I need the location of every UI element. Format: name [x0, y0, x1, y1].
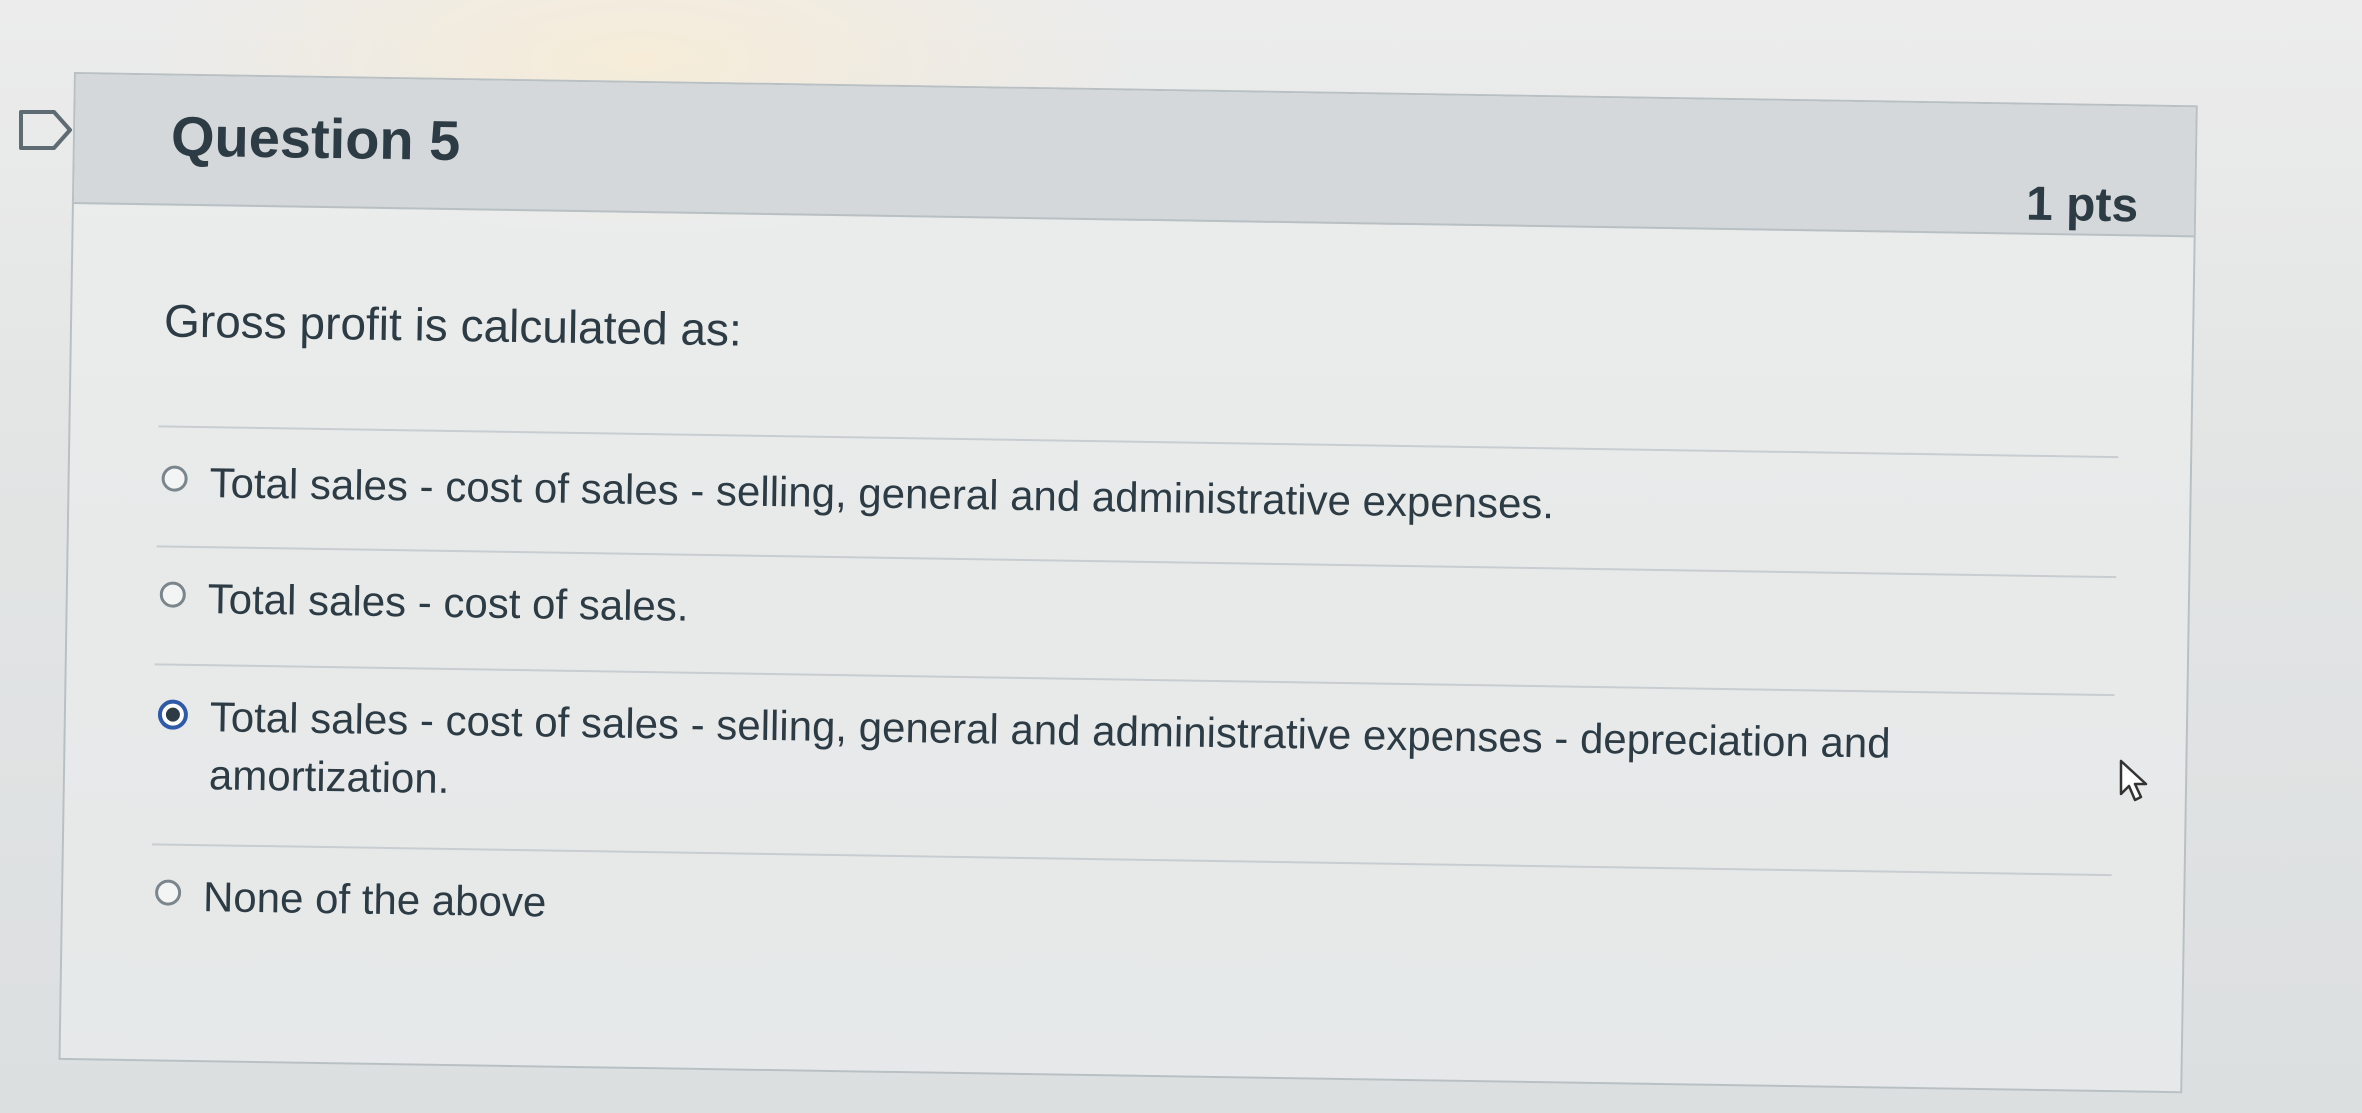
- radio-selected-icon[interactable]: [157, 699, 189, 730]
- radio-icon[interactable]: [159, 581, 187, 608]
- answer-option-3[interactable]: Total sales - cost of sales - selling, g…: [157, 687, 1999, 832]
- question-title: Question 5: [170, 104, 461, 173]
- answer-option-1[interactable]: Total sales - cost of sales - selling, g…: [161, 453, 2062, 541]
- question-points: 1 pts: [2025, 177, 2139, 233]
- radio-icon[interactable]: [154, 879, 182, 906]
- answer-option-2[interactable]: Total sales - cost of sales.: [159, 569, 2060, 657]
- answer-label: Total sales - cost of sales - selling, g…: [208, 693, 1891, 802]
- question-card: Question 5 1 pts Gross profit is calcula…: [58, 72, 2198, 1094]
- flag-question-icon[interactable]: [18, 108, 74, 152]
- answer-label: Total sales - cost of sales - selling, g…: [209, 459, 1555, 528]
- radio-icon[interactable]: [161, 465, 188, 492]
- answer-label: Total sales - cost of sales.: [207, 575, 689, 630]
- mouse-pointer-icon: [2119, 759, 2148, 802]
- question-prompt: Gross profit is calculated as:: [163, 294, 743, 356]
- answer-divider: [158, 425, 2119, 459]
- answer-option-4[interactable]: None of the above: [154, 867, 2056, 955]
- answer-label: None of the above: [202, 873, 547, 926]
